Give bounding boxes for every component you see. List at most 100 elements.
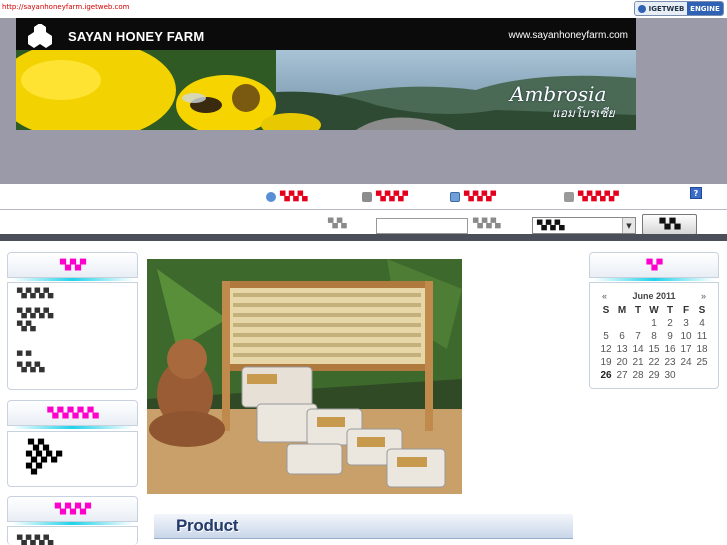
weekday-label: F [682,305,690,316]
search-scope-label: ▀▄▀▄▀▄ [473,219,500,229]
weekday-label: T [634,305,642,316]
calendar-week-row: 12 13 14 15 16 17 18 [598,343,710,356]
calendar-next-button[interactable]: » [701,291,706,301]
search-label: ▀▄▀▄ [328,219,347,229]
brand-name: SAYAN HONEY FARM [68,29,205,44]
help-icon[interactable]: ? [690,187,702,199]
calendar-widget: « June 2011 » S M T W T F S 1 2 3 4 5 6 7 8 9 10 1… [589,282,719,389]
sidebar-link[interactable]: ▀ ▀ [17,352,31,362]
calendar-day[interactable]: 7 [630,330,646,343]
nav-item-label: ▀▄▀▄▀▄▀ [464,192,496,202]
calendar-day[interactable]: 21 [630,356,646,369]
sidebar-link[interactable]: ▀▄▀▄▀▄▀▄ [17,536,53,545]
chevron-down-icon[interactable]: ▼ [622,218,635,233]
calendar-grid: S M T W T F S 1 2 3 4 5 6 7 8 9 10 11 12 13 14 15 16 17 1… [598,304,710,382]
sidebar-box-3-body: ▀▄▀▄▀▄▀▄ [7,526,138,545]
site-url-link[interactable]: http://sayanhoneyfarm.igetweb.com [2,3,130,11]
sidebar-box-3-header: ▀▄▀▄▀▄▀ [7,496,138,525]
sidebar-link[interactable]: ▀▄▀ [26,464,42,475]
calendar-day[interactable]: 15 [646,343,662,356]
calendar-day[interactable]: 18 [694,343,710,356]
weekday-label: M [617,305,627,316]
calendar-day[interactable]: 29 [646,369,662,382]
site-banner[interactable]: SAYAN HONEY FARM www.sayanhoneyfarm.com … [16,18,636,130]
edit-icon [450,192,460,202]
top-nav: ▀▄▀▄▀▄ ▀▄▀▄▀▄▀ ▀▄▀▄▀▄▀ ▀▄▀▄▀▄▀▄▀ ? [0,184,727,210]
search-button[interactable]: ▀▄▀▄ [642,214,697,235]
calendar-week-row: 26 27 28 29 30 [598,369,710,382]
calendar-day[interactable]: 4 [694,317,710,330]
calendar-weekday-row: S M T W T F S [598,304,710,317]
badge-right-text: ENGINE [687,2,723,15]
calendar-day[interactable]: 30 [662,369,678,382]
weekday-label: S [602,305,610,316]
nav-item-print[interactable]: ▀▄▀▄▀▄▀▄▀ [564,190,619,204]
ambrosia-thai-logo: แอมโบรเซีย [552,106,615,120]
sidebar-link[interactable]: ▀▄▀▄▀▄▀ [26,452,62,463]
sidebar-link[interactable]: ▀▄▀▄▀▄ [17,363,44,373]
calendar-day [598,317,614,330]
calendar-day[interactable]: 5 [598,330,614,343]
calendar-day[interactable]: 3 [678,317,694,330]
nav-item-edit[interactable]: ▀▄▀▄▀▄▀ [450,190,496,204]
search-scope-value: ▀▄▀▄▀▄ [537,220,565,231]
hexagon-logo-icon [28,24,52,48]
calendar-day[interactable]: 16 [662,343,678,356]
calendar-day[interactable]: 20 [614,356,630,369]
calendar-day[interactable]: 8 [646,330,662,343]
calendar-day [694,369,710,382]
nav-item-home[interactable]: ▀▄▀▄▀▄ [266,190,307,204]
igetweb-badge-left: IGETWEB [635,2,687,15]
search-input[interactable] [376,218,468,234]
calendar-day[interactable]: 17 [678,343,694,356]
calendar-week-row: 1234 [598,317,710,330]
sidebar-box-1-body: ▀▄▀▄▀▄▀▄ ▀▄▀▄▀▄▀▄ ▀▄▀▄ ▀ ▀ ▀▄▀▄▀▄ [7,282,138,390]
nav-item-label: ▀▄▀▄▀▄ [280,192,307,202]
calendar-day[interactable]: 28 [630,369,646,382]
sidebar-link[interactable]: ▀▄▀▄▀▄▀▄ [17,309,53,319]
calendar-day[interactable]: 10 [678,330,694,343]
igetweb-engine-badge[interactable]: IGETWEB ENGINE [634,1,724,16]
calendar-day[interactable]: 23 [662,356,678,369]
printer-icon [564,192,574,202]
calendar-day[interactable]: 25 [694,356,710,369]
weekday-label: T [666,305,674,316]
calendar-box-title: ▀▄▀ [646,259,662,271]
sidebar-box-2-title: ▀▄▀▄▀▄▀▄▀▄ [47,407,98,419]
calendar-day[interactable]: 12 [598,343,614,356]
calendar-prev-button[interactable]: « [602,291,607,301]
top-strip: http://sayanhoneyfarm.igetweb.com IGETWE… [0,0,727,18]
calendar-day[interactable]: 22 [646,356,662,369]
product-section-header: Product [154,514,573,539]
calendar-day[interactable]: 26 [598,369,614,382]
nav-item-label: ▀▄▀▄▀▄▀ [376,192,408,202]
badge-left-text: IGETWEB [648,4,685,13]
sidebar-link[interactable]: ▀▄▀▄ [28,440,49,451]
sidebar-box-2-body: ▀▄▀▄ ▀▄▀▄▀▄▀ ▀▄▀ [7,431,138,487]
calendar-day[interactable]: 24 [678,356,694,369]
nav-item-cart[interactable]: ▀▄▀▄▀▄▀ [362,190,408,204]
sidebar-link[interactable]: ▀▄▀▄▀▄▀▄ [17,289,53,299]
calendar-nav: « June 2011 » [590,289,718,303]
calendar-day[interactable]: 19 [598,356,614,369]
nav-item-label: ▀▄▀▄▀▄▀▄▀ [578,192,619,202]
calendar-day[interactable]: 13 [614,343,630,356]
calendar-day[interactable]: 6 [614,330,630,343]
calendar-day[interactable]: 2 [662,317,678,330]
calendar-week-row: 19 20 21 22 23 24 25 [598,356,710,369]
ambrosia-logo: Ambrosia [510,82,607,106]
search-scope-select[interactable]: ▀▄▀▄▀▄ ▼ [532,217,636,234]
sidebar-box-2-header: ▀▄▀▄▀▄▀▄▀▄ [7,400,138,429]
calendar-day[interactable]: 1 [646,317,662,330]
weekday-label: W [649,305,659,316]
sidebar-link[interactable]: ▀▄▀▄ [17,322,36,332]
calendar-day[interactable]: 27 [614,369,630,382]
product-heading: Product [176,516,239,535]
calendar-day [630,317,646,330]
calendar-day[interactable]: 9 [662,330,678,343]
weekday-label: S [698,305,706,316]
calendar-day[interactable]: 11 [694,330,710,343]
divider-bar [0,234,727,241]
calendar-day[interactable]: 14 [630,343,646,356]
sidebar-box-1-title: ▀▄▀▄▀ [59,259,86,271]
